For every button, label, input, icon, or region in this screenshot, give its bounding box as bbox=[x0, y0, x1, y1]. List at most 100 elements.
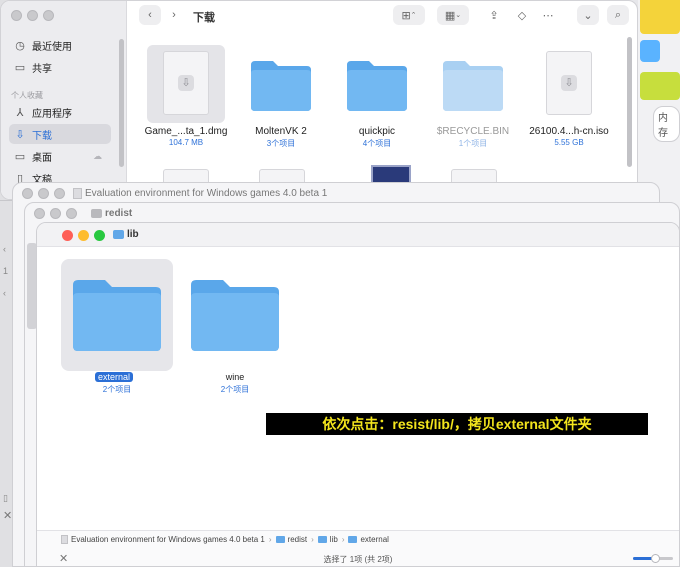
zoom-button[interactable] bbox=[66, 208, 77, 219]
applications-icon: ⅄ bbox=[16, 106, 24, 119]
folder-icon bbox=[113, 230, 124, 239]
close-button[interactable] bbox=[34, 208, 45, 219]
more-button[interactable]: ⋯ bbox=[537, 5, 559, 25]
sidebar-item-applications[interactable]: ⅄ 应用程序 bbox=[9, 102, 111, 122]
close-icon[interactable]: ✕ bbox=[3, 509, 12, 522]
sidebar-item-recents[interactable]: ◷ 最近使用 bbox=[9, 35, 111, 55]
shared-folder-icon: ▭ bbox=[14, 61, 26, 74]
window-title: 下载 bbox=[193, 12, 215, 24]
path-item[interactable]: redist bbox=[288, 535, 308, 544]
file-icon-iso[interactable]: ⇩ bbox=[546, 51, 592, 115]
left-edge-glyph: ‹ bbox=[3, 244, 6, 254]
search-icon: ⌕ bbox=[614, 8, 622, 21]
minimize-button[interactable] bbox=[78, 230, 89, 241]
close-button[interactable] bbox=[11, 10, 22, 21]
memory-badge[interactable]: 内存 bbox=[653, 106, 680, 142]
folder-icon[interactable] bbox=[441, 59, 505, 113]
folder-icon bbox=[275, 536, 285, 543]
folder-item-count: 1个项目 bbox=[458, 139, 488, 148]
sidebar-item-shared[interactable]: ▭ 共享 bbox=[9, 57, 111, 77]
folder-icon-wine[interactable] bbox=[189, 277, 281, 353]
left-edge-glyph: 1 bbox=[3, 266, 9, 276]
download-icon: ⇩ bbox=[15, 128, 25, 141]
folder-icon bbox=[348, 536, 358, 543]
tag-button[interactable]: ◇ bbox=[511, 5, 533, 25]
path-separator: › bbox=[341, 535, 345, 544]
status-text: 选择了 1项 (共 2项) bbox=[323, 555, 393, 564]
desktop-icon: ▭ bbox=[14, 150, 26, 163]
path-item[interactable]: Evaluation environment for Windows games… bbox=[71, 535, 265, 544]
file-size: 104.7 MB bbox=[168, 138, 204, 147]
folder-name[interactable]: wine bbox=[185, 372, 285, 382]
left-edge-glyph: ‹ bbox=[3, 288, 6, 298]
path-separator: › bbox=[268, 535, 272, 544]
zoom-button[interactable] bbox=[54, 188, 65, 199]
path-item[interactable]: external bbox=[360, 535, 388, 544]
path-bar: Evaluation environment for Windows games… bbox=[37, 530, 679, 548]
blue-tile bbox=[640, 40, 660, 62]
folder-icon bbox=[91, 209, 102, 218]
icon-size-slider[interactable] bbox=[633, 554, 673, 563]
zoom-button[interactable] bbox=[94, 230, 105, 241]
sidebar-item-desktop[interactable]: ▭ 桌面 ☁ bbox=[9, 146, 111, 166]
folder-item-count: 2个项目 bbox=[220, 385, 250, 394]
clock-icon: ◷ bbox=[15, 39, 25, 52]
path-item[interactable]: lib bbox=[330, 535, 338, 544]
folder-name[interactable]: external bbox=[95, 372, 134, 382]
group-icon: ▦ bbox=[444, 9, 456, 22]
status-bar: ✕ 选择了 1项 (共 2项) bbox=[37, 548, 679, 566]
chevron-button[interactable]: ⌄ bbox=[577, 5, 599, 25]
share-button[interactable]: ⇪ bbox=[483, 5, 505, 25]
downloads-finder-window: ◷ 最近使用 ▭ 共享 个人收藏 ⅄ 应用程序 ⇩ 下载 ▭ 桌面 ☁ ▯ 文稿… bbox=[0, 0, 638, 200]
cloud-icon: ☁ bbox=[93, 150, 102, 161]
close-button[interactable] bbox=[62, 230, 73, 241]
close-button[interactable] bbox=[22, 188, 33, 199]
folder-icon[interactable] bbox=[249, 59, 313, 113]
folder-item-count: 3个项目 bbox=[266, 139, 296, 148]
minimize-button[interactable] bbox=[38, 188, 49, 199]
window-title: Evaluation environment for Windows games… bbox=[85, 188, 328, 199]
file-name[interactable]: Game_...ta_1.dmg bbox=[136, 126, 236, 137]
title-bar: lib bbox=[37, 223, 679, 247]
more-icon: ⋯ bbox=[542, 9, 554, 22]
grid-view-icon: ⊞ bbox=[401, 9, 411, 22]
sidebar-section-favorites: 个人收藏 bbox=[11, 91, 43, 100]
instruction-annotation: 依次点击：resist/lib/，拷贝external文件夹 bbox=[266, 413, 648, 435]
folder-name[interactable]: $RECYCLE.BIN bbox=[423, 126, 523, 137]
zoom-button[interactable] bbox=[43, 10, 54, 21]
search-button[interactable]: ⌕ bbox=[607, 5, 629, 25]
folder-item-count: 2个项目 bbox=[102, 385, 132, 394]
left-edge-glyph: ▯ bbox=[3, 493, 8, 503]
file-size: 5.55 GB bbox=[554, 138, 584, 147]
sidebar-item-downloads[interactable]: ⇩ 下载 bbox=[9, 124, 111, 144]
folder-name[interactable]: quickpic bbox=[327, 126, 427, 137]
minimize-button[interactable] bbox=[50, 208, 61, 219]
sidebar-scrollbar[interactable] bbox=[119, 39, 124, 167]
folder-icon bbox=[317, 536, 327, 543]
folder-name[interactable]: MoltenVK 2 bbox=[231, 126, 331, 137]
document-icon bbox=[73, 188, 82, 199]
view-toggle-button[interactable]: ⊞ ⌃ bbox=[393, 5, 425, 25]
forward-button[interactable]: › bbox=[163, 5, 185, 25]
finder-sidebar: ◷ 最近使用 ▭ 共享 个人收藏 ⅄ 应用程序 ⇩ 下载 ▭ 桌面 ☁ ▯ 文稿 bbox=[1, 1, 127, 199]
group-button[interactable]: ▦ ⌄ bbox=[437, 5, 469, 25]
folder-item-count: 4个项目 bbox=[362, 139, 392, 148]
file-icon-dmg[interactable]: ⇩ bbox=[163, 51, 209, 115]
finder-toolbar: ‹ › 下载 ⊞ ⌃ ▦ ⌄ ⇪ ◇ ⋯ ⌄ ⌕ bbox=[127, 1, 637, 31]
chevron-down-icon: ⌄ bbox=[583, 9, 593, 22]
folder-icon[interactable] bbox=[345, 59, 409, 113]
content-scrollbar[interactable] bbox=[627, 37, 632, 167]
share-icon: ⇪ bbox=[489, 9, 499, 22]
minimize-button[interactable] bbox=[27, 10, 38, 21]
tag-icon: ◇ bbox=[517, 9, 527, 22]
slider-knob[interactable] bbox=[651, 554, 660, 563]
file-name[interactable]: 26100.4...h-cn.iso bbox=[519, 126, 619, 137]
folder-icon-external[interactable] bbox=[71, 277, 163, 353]
download-badge-icon: ⇩ bbox=[561, 75, 577, 91]
yellow-tile bbox=[640, 0, 680, 34]
document-icon bbox=[61, 535, 68, 544]
window-title: redist bbox=[105, 208, 133, 219]
path-separator: › bbox=[311, 535, 314, 544]
back-button[interactable]: ‹ bbox=[139, 5, 161, 25]
download-badge-icon: ⇩ bbox=[178, 75, 194, 91]
